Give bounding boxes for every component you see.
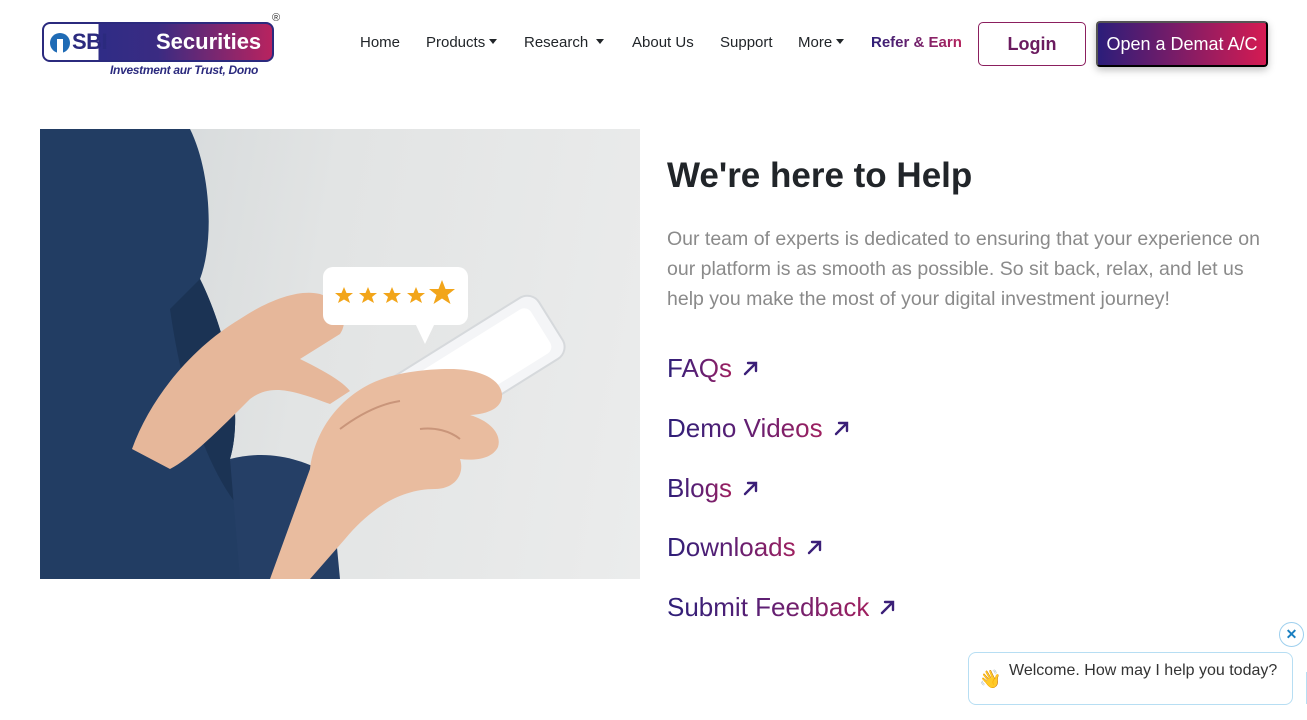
- site-header: SBI Securities ® Investment aur Trust, D…: [0, 0, 1307, 90]
- logo-sbi-text: SBI: [72, 29, 108, 54]
- logo-securities-text: Securities: [156, 29, 262, 54]
- nav-more-label: More: [798, 34, 833, 51]
- help-description: Our team of experts is dedicated to ensu…: [667, 228, 1260, 310]
- hero-image: [40, 129, 640, 579]
- demo-videos-link[interactable]: Demo Videos: [667, 410, 851, 446]
- arrow-up-right-icon: [743, 481, 758, 496]
- chat-bubble-tail: [1290, 672, 1307, 704]
- nav-about-label: About Us: [632, 34, 694, 51]
- chat-welcome-bubble[interactable]: 👋 Welcome. How may I help you today?: [968, 652, 1293, 705]
- blogs-link[interactable]: Blogs: [667, 470, 760, 506]
- blogs-link-label: Blogs: [667, 472, 733, 503]
- sbi-symbol-icon: [50, 33, 70, 53]
- page-title: We're here to Help: [667, 156, 973, 195]
- faqs-link-label: FAQs: [667, 352, 733, 383]
- downloads-link-label: Downloads: [667, 531, 796, 562]
- submit-feedback-link-label: Submit Feedback: [667, 591, 870, 622]
- chat-close-button[interactable]: ✕: [1279, 622, 1304, 647]
- submit-feedback-link[interactable]: Submit Feedback: [667, 589, 897, 625]
- nav-research-label: Research: [524, 34, 589, 51]
- hand-phone-illustration: [40, 129, 566, 579]
- arrow-up-right-icon: [807, 540, 821, 555]
- open-demat-button[interactable]: Open a Demat A/C: [1096, 21, 1268, 67]
- login-button[interactable]: Login: [978, 22, 1086, 66]
- nav-home[interactable]: Home: [360, 34, 400, 54]
- chevron-down-icon: [489, 39, 498, 45]
- nav-products[interactable]: Products: [426, 34, 498, 54]
- faqs-link[interactable]: FAQs: [667, 350, 760, 386]
- nav-refer-earn[interactable]: Refer & Earn: [871, 34, 962, 54]
- waving-hand-icon: 👋: [979, 668, 1002, 689]
- logo-tagline: Investment aur Trust, Dono: [110, 63, 259, 77]
- nav-support[interactable]: Support: [720, 34, 773, 54]
- nav-products-label: Products: [426, 34, 486, 51]
- chat-welcome-text: Welcome. How may I help you today?: [1009, 661, 1278, 679]
- downloads-link[interactable]: Downloads: [667, 529, 824, 565]
- nav-more[interactable]: More: [798, 34, 845, 54]
- arrow-up-right-icon: [881, 600, 895, 615]
- close-icon: ✕: [1285, 626, 1298, 642]
- nav-about-us[interactable]: About Us: [632, 34, 694, 54]
- demo-videos-link-label: Demo Videos: [667, 412, 823, 443]
- nav-home-label: Home: [360, 34, 401, 51]
- chevron-down-icon: [596, 39, 605, 45]
- sbi-securities-logo[interactable]: SBI Securities ® Investment aur Trust, D…: [40, 12, 285, 80]
- logo-badge: SBI Securities: [42, 22, 274, 62]
- nav-support-label: Support: [720, 34, 773, 51]
- arrow-up-right-icon: [743, 361, 758, 376]
- arrow-up-right-icon: [834, 421, 848, 436]
- nav-research[interactable]: Research: [524, 34, 605, 54]
- chevron-down-icon: [836, 39, 845, 45]
- registered-mark: ®: [272, 12, 281, 24]
